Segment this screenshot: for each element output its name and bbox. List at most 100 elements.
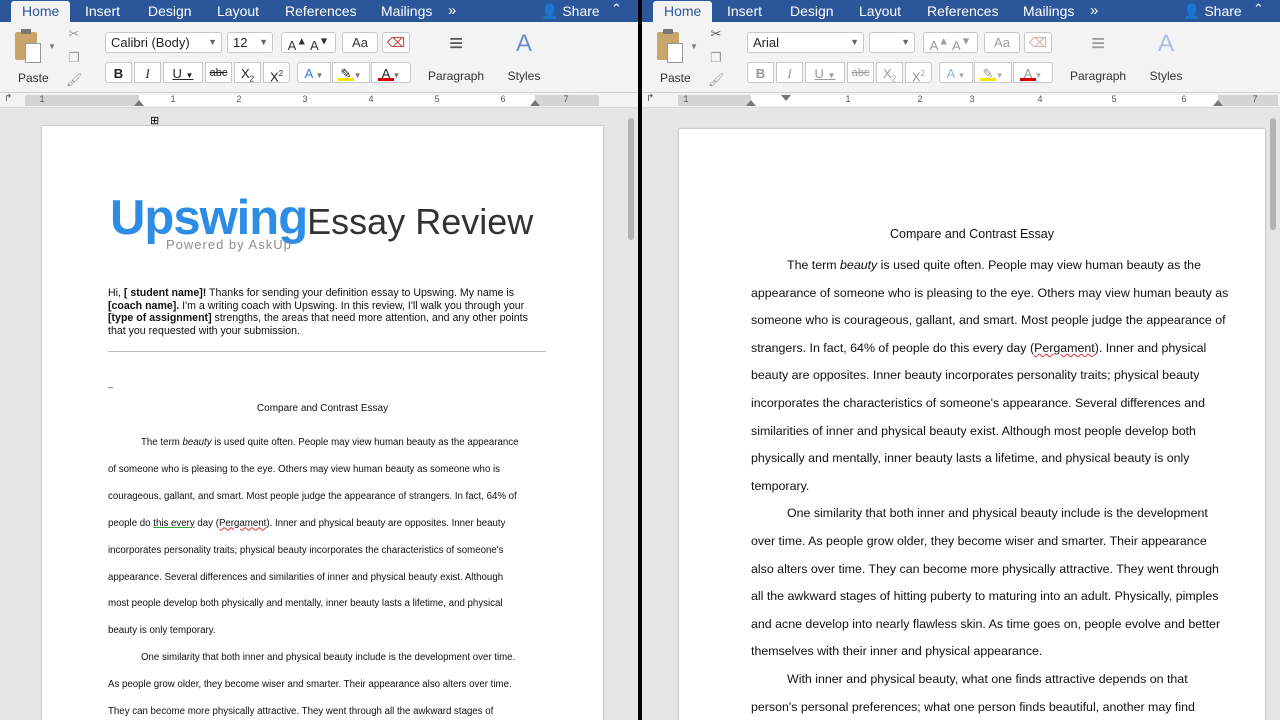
tab-selector-icon[interactable]: ↱: [646, 93, 654, 104]
change-case-button[interactable]: Aa: [342, 32, 378, 53]
paragraph-button[interactable]: ≡ Paragraph: [1070, 28, 1126, 84]
horizontal-ruler[interactable]: ↱ 1 1 2 3 4 5 6 7: [642, 93, 1280, 108]
ruler-number: 6: [500, 94, 506, 104]
font-size-field[interactable]: ▼: [869, 32, 915, 53]
text-effects-button[interactable]: A ▼: [939, 62, 973, 83]
ruler-number: 3: [969, 94, 975, 104]
superscript-button[interactable]: X2: [263, 62, 290, 84]
chevron-down-icon: ▼: [850, 37, 859, 47]
grow-shrink-font-buttons[interactable]: A▲ A▼: [281, 32, 336, 53]
italic-button[interactable]: I: [134, 62, 161, 83]
tab-home[interactable]: Home: [653, 1, 713, 22]
essay-line: someone who is courageous, gallant, and …: [751, 313, 1226, 328]
chevron-down-icon: ▼: [208, 37, 217, 47]
tab-mailings[interactable]: Mailings: [381, 3, 432, 19]
right-indent-marker[interactable]: [530, 100, 540, 106]
review-intro: Hi, [ student name]! Thanks for sending …: [108, 287, 528, 337]
paragraph-button[interactable]: ≡ Paragraph: [428, 28, 484, 84]
subscript-button[interactable]: X2: [876, 62, 903, 84]
grammar-flag[interactable]: this every: [153, 518, 194, 529]
tab-references[interactable]: References: [285, 3, 357, 19]
share-label: Share: [1204, 3, 1242, 19]
paste-button[interactable]: ▼ Paste: [652, 28, 698, 85]
bold-button[interactable]: B: [105, 62, 132, 83]
essay-title: Compare and Contrast Essay: [256, 403, 389, 414]
bold-button[interactable]: B: [747, 62, 774, 83]
highlight-button[interactable]: ✎ ▼: [974, 62, 1012, 83]
styles-button[interactable]: A Styles: [500, 28, 548, 84]
tab-design[interactable]: Design: [790, 3, 834, 19]
spelling-flag[interactable]: Pergament: [219, 518, 266, 529]
format-painter-icon[interactable]: 🖌: [708, 73, 725, 87]
styles-icon: A: [515, 30, 532, 57]
collapse-ribbon-icon[interactable]: ⌃: [611, 1, 622, 17]
cut-icon[interactable]: ✂: [708, 27, 724, 41]
text-effects-button[interactable]: A ▼: [297, 62, 331, 83]
tab-selector-icon[interactable]: ↱: [4, 93, 12, 104]
document-page[interactable]: UpswingEssay Review Powered by AskUp Hi,…: [42, 126, 603, 720]
student-name-placeholder: [ student name]!: [123, 287, 207, 299]
spelling-flag[interactable]: Pergament: [1034, 341, 1095, 355]
font-size-field[interactable]: 12 ▼: [227, 32, 273, 53]
styles-button[interactable]: A Styles: [1142, 28, 1190, 84]
essay-line: similarities of inner and physical beaut…: [751, 423, 1196, 438]
shrink-font-icon[interactable]: A▼: [952, 36, 971, 53]
paragraph-icon: ≡: [1090, 30, 1105, 57]
chevron-down-icon: ▼: [901, 37, 910, 47]
grow-shrink-font-buttons[interactable]: A▲ A▼: [923, 32, 978, 53]
more-tabs-icon[interactable]: »: [448, 2, 456, 19]
copy-icon[interactable]: ❐: [708, 51, 724, 65]
essay-line: incorporates the characteristics of some…: [751, 395, 1205, 410]
underline-button[interactable]: U ▼: [805, 62, 845, 83]
paragraph-label: Paragraph: [428, 69, 485, 83]
superscript-button[interactable]: X2: [905, 62, 932, 84]
vertical-scrollbar[interactable]: [628, 118, 634, 240]
share-button[interactable]: 👤 Share: [541, 3, 600, 20]
left-indent-marker[interactable]: [134, 100, 144, 106]
font-color-button[interactable]: A ▼: [371, 62, 411, 83]
ruler-number: 2: [917, 94, 923, 104]
format-painter-icon[interactable]: 🖌: [66, 73, 83, 87]
essay-line: They can become more physically attracti…: [108, 706, 494, 718]
cut-icon[interactable]: ✂: [66, 27, 82, 41]
paste-button[interactable]: ▼ Paste: [10, 28, 56, 85]
document-page[interactable]: Compare and Contrast Essay The term beau…: [679, 129, 1265, 720]
font-name-field[interactable]: Calibri (Body) ▼: [105, 32, 222, 53]
essay-line: most people develop both physically and …: [108, 598, 503, 610]
tab-insert[interactable]: Insert: [85, 3, 120, 19]
tab-mailings[interactable]: Mailings: [1023, 3, 1074, 19]
horizontal-ruler[interactable]: ↱ 1 1 2 3 4 5 6 7: [0, 93, 638, 108]
grow-font-icon[interactable]: A▲: [930, 36, 949, 53]
strikethrough-button[interactable]: abc: [205, 62, 232, 83]
tab-home[interactable]: Home: [11, 1, 71, 22]
strikethrough-button[interactable]: abc: [847, 62, 874, 83]
first-line-indent-marker[interactable]: [781, 95, 791, 101]
essay-line: temporary.: [751, 478, 810, 493]
clear-formatting-button[interactable]: ⌫: [1024, 32, 1052, 53]
tab-insert[interactable]: Insert: [727, 3, 762, 19]
tab-layout[interactable]: Layout: [217, 3, 259, 19]
essay-line: incorporates personality traits; physica…: [108, 544, 504, 556]
font-name-field[interactable]: Arial ▼: [747, 32, 864, 53]
highlight-button[interactable]: ✎ ▼: [332, 62, 370, 83]
tab-references[interactable]: References: [927, 3, 999, 19]
more-tabs-icon[interactable]: »: [1090, 2, 1098, 19]
change-case-button[interactable]: Aa: [984, 32, 1020, 53]
tab-design[interactable]: Design: [148, 3, 192, 19]
collapse-ribbon-icon[interactable]: ⌃: [1253, 1, 1264, 17]
underline-button[interactable]: U ▼: [163, 62, 203, 83]
shrink-font-icon[interactable]: A▼: [310, 36, 329, 53]
vertical-scrollbar[interactable]: [1270, 118, 1276, 230]
left-indent-marker[interactable]: [746, 100, 756, 106]
ruler-number: 7: [563, 94, 569, 104]
tab-layout[interactable]: Layout: [859, 3, 901, 19]
font-color-button[interactable]: A ▼: [1013, 62, 1053, 83]
right-indent-marker[interactable]: [1213, 100, 1223, 106]
share-button[interactable]: 👤 Share: [1183, 3, 1242, 20]
subscript-button[interactable]: X2: [234, 62, 261, 84]
clear-formatting-button[interactable]: ⌫: [382, 32, 410, 53]
grow-font-icon[interactable]: A▲: [288, 36, 307, 53]
copy-icon[interactable]: ❐: [66, 51, 82, 65]
essay-line: With inner and physical beauty, what one…: [787, 671, 1188, 686]
italic-button[interactable]: I: [776, 62, 803, 83]
